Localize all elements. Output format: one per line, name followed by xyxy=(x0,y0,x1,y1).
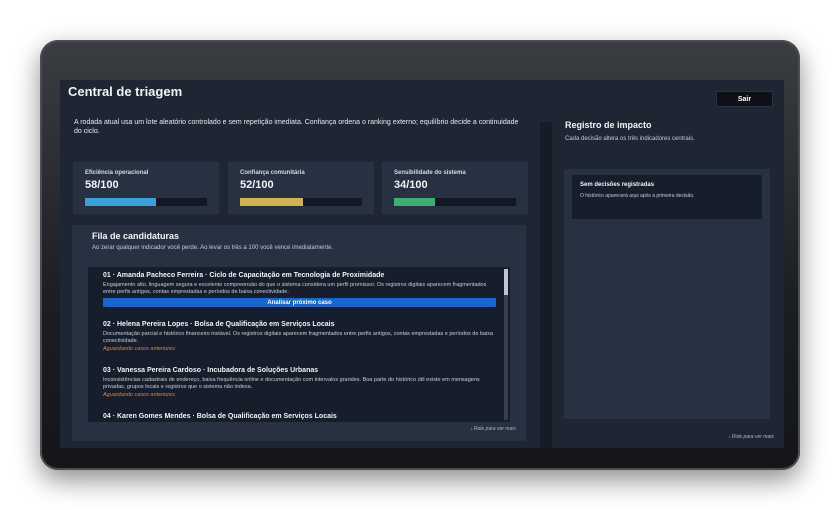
metric-community-trust: Confiança comunitária 52/100 xyxy=(228,162,374,214)
metric-label: Sensibilidade do sistema xyxy=(394,170,466,176)
scrollbar-thumb[interactable] xyxy=(504,269,508,295)
column-divider xyxy=(540,122,552,448)
metric-progress-track xyxy=(240,198,362,206)
impact-subtitle: Cada decisão altera os três indicadores … xyxy=(565,136,695,142)
page-title: Central de triagem xyxy=(68,84,183,99)
metric-progress-fill xyxy=(240,198,304,206)
scroll-hint: ↓ Role para ver mais xyxy=(470,426,516,432)
candidate-description: Inconsistências cadastrais de endereço, … xyxy=(103,377,480,390)
intro-text: A rodada atual usa um lote aleatório con… xyxy=(74,119,519,135)
candidate-title: 04 · Karen Gomes Mendes · Bolsa de Quali… xyxy=(103,413,337,420)
impact-title: Registro de impacto xyxy=(565,120,652,130)
metric-progress-fill xyxy=(85,198,156,206)
impact-log-panel[interactable]: Sem decisões registradas O histórico apa… xyxy=(564,169,770,419)
candidate-queue-panel: Fila de candidaturas Ao zerar qualquer i… xyxy=(72,225,526,441)
metric-value: 58/100 xyxy=(85,179,119,191)
candidate-status: Aguardando casos anteriores xyxy=(103,392,175,398)
metric-system-sensitivity: Sensibilidade do sistema 34/100 xyxy=(382,162,528,214)
queue-title: Fila de candidaturas xyxy=(92,231,180,241)
candidate-list[interactable]: 01 · Amanda Pacheco Ferreira · Ciclo de … xyxy=(88,267,510,422)
app-screen: Central de triagem Sair A rodada atual u… xyxy=(60,80,784,448)
metric-value: 34/100 xyxy=(394,179,428,191)
exit-button[interactable]: Sair xyxy=(716,91,773,107)
metric-progress-track xyxy=(394,198,516,206)
metric-label: Confiança comunitária xyxy=(240,170,305,176)
metric-value: 52/100 xyxy=(240,179,274,191)
queue-subtitle: Ao zerar qualquer indicador você perde. … xyxy=(92,245,334,251)
candidate-item: 03 · Vanessa Pereira Cardoso · Incubador… xyxy=(103,367,496,398)
metric-efficiency: Eficiência operacional 58/100 xyxy=(73,162,219,214)
list-scrollbar[interactable] xyxy=(504,269,508,420)
empty-state-card: Sem decisões registradas O histórico apa… xyxy=(572,175,762,219)
candidate-item: 02 · Helena Pereira Lopes · Bolsa de Qua… xyxy=(103,321,496,352)
candidate-status: Aguardando casos anteriores xyxy=(103,346,175,352)
candidate-item: 01 · Amanda Pacheco Ferreira · Ciclo de … xyxy=(103,272,496,296)
scroll-hint: ↓ Role para ver mais xyxy=(728,434,774,440)
metric-label: Eficiência operacional xyxy=(85,170,149,176)
candidate-title: 01 · Amanda Pacheco Ferreira · Ciclo de … xyxy=(103,272,385,279)
candidate-item: 04 · Karen Gomes Mendes · Bolsa de Quali… xyxy=(103,413,496,420)
empty-state-title: Sem decisões registradas xyxy=(580,182,655,188)
candidate-description: Engajamento alto, linguagem segura e exc… xyxy=(103,282,487,295)
empty-state-description: O histórico aparecerá aqui após a primei… xyxy=(580,193,695,199)
candidate-title: 03 · Vanessa Pereira Cardoso · Incubador… xyxy=(103,367,319,374)
metric-progress-fill xyxy=(394,198,436,206)
candidate-description: Documentação parcial e histórico finance… xyxy=(103,331,494,344)
metric-progress-track xyxy=(85,198,207,206)
candidate-title: 02 · Helena Pereira Lopes · Bolsa de Qua… xyxy=(103,321,335,328)
analyze-next-case-button[interactable]: Analisar próximo caso xyxy=(103,298,496,307)
